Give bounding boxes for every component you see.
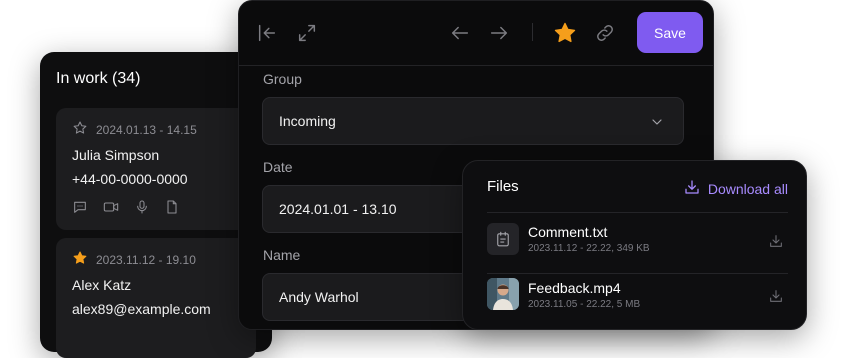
comment-icon[interactable]: [72, 199, 88, 215]
card-date: 2024.01.13 - 14.15: [96, 122, 197, 137]
name-value: Andy Warhol: [279, 289, 359, 305]
download-icon: [683, 178, 701, 199]
download-all-label: Download all: [707, 180, 788, 197]
card-name: Julia Simpson: [72, 147, 160, 163]
star-icon[interactable]: [553, 21, 577, 45]
expand-icon[interactable]: [295, 21, 319, 45]
link-icon[interactable]: [593, 21, 617, 45]
video-icon[interactable]: [102, 199, 120, 215]
in-work-title: In work (34): [56, 70, 141, 87]
file-name: Comment.txt: [528, 224, 608, 240]
file-meta: 2023.11.05 - 22.22, 5 MB: [528, 299, 641, 310]
toolbar-divider: [532, 23, 533, 41]
document-icon[interactable]: [164, 199, 180, 215]
microphone-icon[interactable]: [134, 199, 150, 215]
contact-card[interactable]: 2024.01.13 - 14.15 Julia Simpson +44-00-…: [56, 108, 256, 230]
download-icon[interactable]: [768, 233, 784, 254]
chevron-down-icon: [649, 114, 665, 135]
download-all-button[interactable]: Download all: [683, 178, 788, 199]
file-meta: 2023.11.12 - 22.22, 349 KB: [528, 243, 650, 254]
date-label: Date: [263, 159, 293, 175]
files-panel: Files Download all Comment.txt 2023.11.1…: [462, 160, 807, 330]
text-file-icon: [487, 223, 519, 255]
card-contact: alex89@example.com: [72, 301, 211, 317]
file-name: Feedback.mp4: [528, 280, 621, 296]
star-outline-icon[interactable]: [72, 120, 88, 139]
collapse-left-icon[interactable]: [255, 21, 279, 45]
files-divider: [487, 212, 788, 213]
group-label: Group: [263, 71, 302, 87]
date-value: 2024.01.01 - 13.10: [279, 201, 397, 217]
contact-card[interactable]: 2023.11.12 - 19.10 Alex Katz alex89@exam…: [56, 238, 256, 358]
file-item[interactable]: Comment.txt 2023.11.12 - 22.22, 349 KB: [487, 221, 788, 273]
arrow-right-icon[interactable]: [487, 21, 511, 45]
file-item[interactable]: Feedback.mp4 2023.11.05 - 22.22, 5 MB: [487, 273, 788, 326]
group-select[interactable]: Incoming: [262, 97, 684, 145]
arrow-left-icon[interactable]: [448, 21, 472, 45]
card-date: 2023.11.12 - 19.10: [96, 252, 196, 267]
card-actions: [72, 199, 180, 215]
files-title: Files: [487, 178, 519, 195]
card-name: Alex Katz: [72, 277, 132, 293]
download-icon[interactable]: [768, 288, 784, 309]
save-button[interactable]: Save: [637, 12, 703, 53]
group-value: Incoming: [279, 113, 336, 129]
star-filled-icon[interactable]: [72, 250, 88, 269]
card-contact: +44-00-0000-0000: [72, 171, 188, 187]
name-label: Name: [263, 247, 301, 263]
video-thumbnail: [487, 278, 519, 310]
toolbar: Save: [239, 1, 713, 66]
